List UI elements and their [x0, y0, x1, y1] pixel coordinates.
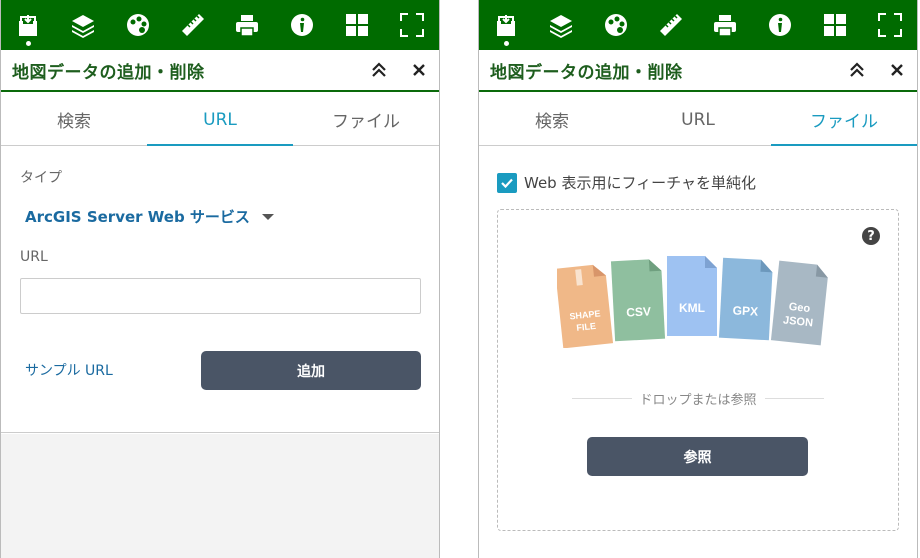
panel-title: 地図データの追加・削除: [490, 62, 683, 83]
map-background: [1, 434, 439, 558]
shapefile-icon: SHAPE FILE: [557, 264, 614, 348]
close-icon: [413, 64, 425, 76]
close-button[interactable]: [399, 50, 439, 90]
tab-url[interactable]: URL: [147, 94, 293, 146]
active-indicator: [503, 41, 509, 46]
layers-icon: [70, 12, 96, 38]
sample-url-link[interactable]: サンプル URL: [25, 360, 113, 380]
measure-icon: [658, 12, 684, 38]
close-button[interactable]: [877, 50, 917, 90]
print-icon: [712, 12, 738, 38]
toolbar: [479, 0, 917, 50]
tab-bar: 検索 URL ファイル: [1, 94, 439, 146]
print-tool[interactable]: [220, 0, 275, 50]
active-indicator: [25, 41, 31, 46]
fullscreen-icon: [877, 12, 903, 38]
close-icon: [891, 64, 903, 76]
file-type-label-csv: CSV: [626, 304, 651, 319]
caret-down-icon: [261, 213, 274, 220]
kml-icon: KML: [667, 256, 717, 336]
basemap-tool[interactable]: [111, 0, 166, 50]
panel-header: 地図データの追加・削除: [1, 50, 439, 92]
layers-tool[interactable]: [56, 0, 111, 50]
grid-icon: [822, 12, 848, 38]
info-icon: [289, 12, 315, 38]
drop-or-browse-text: ドロップまたは参照: [639, 392, 757, 408]
double-chevron-up-icon: [850, 62, 864, 77]
measure-tool[interactable]: [643, 0, 698, 50]
tab-search[interactable]: 検索: [479, 94, 625, 145]
toolbar: [1, 0, 439, 50]
fullscreen-icon: [399, 12, 425, 38]
simplify-features-checkbox[interactable]: Web 表示用にフィーチャを単純化: [497, 172, 756, 193]
fullscreen-tool[interactable]: [862, 0, 917, 50]
add-data-icon: [15, 12, 41, 38]
measure-tool[interactable]: [165, 0, 220, 50]
info-tool[interactable]: [275, 0, 330, 50]
file-type-label-kml: KML: [679, 301, 705, 315]
grid-tool[interactable]: [808, 0, 863, 50]
geojson-icon: Geo JSON: [770, 260, 828, 346]
file-type-label-shapefile-2: FILE: [576, 321, 596, 333]
simplify-features-label: Web 表示用にフィーチャを単純化: [524, 174, 757, 192]
help-icon[interactable]: ?: [862, 227, 880, 245]
browse-button[interactable]: 参照: [587, 437, 808, 476]
info-icon: [767, 12, 793, 38]
info-tool[interactable]: [753, 0, 808, 50]
grid-tool[interactable]: [330, 0, 385, 50]
basemap-icon: [125, 12, 151, 38]
type-label: タイプ: [20, 170, 62, 186]
type-dropdown-value: ArcGIS Server Web サービス: [25, 208, 250, 226]
file-types-illustration: SHAPE FILE CSV KML GPX Geo JSON: [557, 256, 828, 348]
add-data-panel-url: 地図データの追加・削除 検索 URL ファイル タイプ ArcGIS Serve…: [0, 0, 440, 558]
basemap-tool[interactable]: [589, 0, 644, 50]
grid-icon: [344, 12, 370, 38]
url-input[interactable]: [20, 278, 421, 314]
file-type-label-geojson-1: Geo: [788, 301, 811, 315]
measure-icon: [180, 12, 206, 38]
csv-icon: CSV: [610, 259, 666, 342]
collapse-button[interactable]: [837, 50, 877, 90]
print-tool[interactable]: [698, 0, 753, 50]
tab-file[interactable]: ファイル: [293, 94, 439, 145]
add-data-icon: [493, 12, 519, 38]
double-chevron-up-icon: [372, 62, 386, 77]
tab-url[interactable]: URL: [625, 94, 771, 145]
panel-header: 地図データの追加・削除: [479, 50, 917, 92]
checkbox-checked[interactable]: [497, 172, 517, 193]
file-type-label-gpx: GPX: [732, 303, 758, 318]
panel-title: 地図データの追加・削除: [12, 62, 205, 83]
fullscreen-tool[interactable]: [384, 0, 439, 50]
basemap-icon: [603, 12, 629, 38]
checkmark-icon: [501, 178, 513, 188]
add-button[interactable]: 追加: [201, 351, 421, 390]
drop-or-browse-divider: ドロップまたは参照: [572, 389, 824, 408]
add-data-tool[interactable]: [1, 0, 56, 50]
tab-bar: 検索 URL ファイル: [479, 94, 917, 146]
print-icon: [234, 12, 260, 38]
url-label: URL: [20, 249, 48, 265]
gpx-icon: GPX: [718, 257, 773, 341]
layers-icon: [548, 12, 574, 38]
add-data-tool[interactable]: [479, 0, 534, 50]
collapse-button[interactable]: [359, 50, 399, 90]
layers-tool[interactable]: [534, 0, 589, 50]
type-dropdown[interactable]: ArcGIS Server Web サービス: [25, 206, 274, 227]
tab-file[interactable]: ファイル: [771, 94, 917, 146]
tab-search[interactable]: 検索: [1, 94, 147, 145]
add-data-panel-file: 地図データの追加・削除 検索 URL ファイル Web 表示用にフィーチャを単純…: [478, 0, 918, 558]
